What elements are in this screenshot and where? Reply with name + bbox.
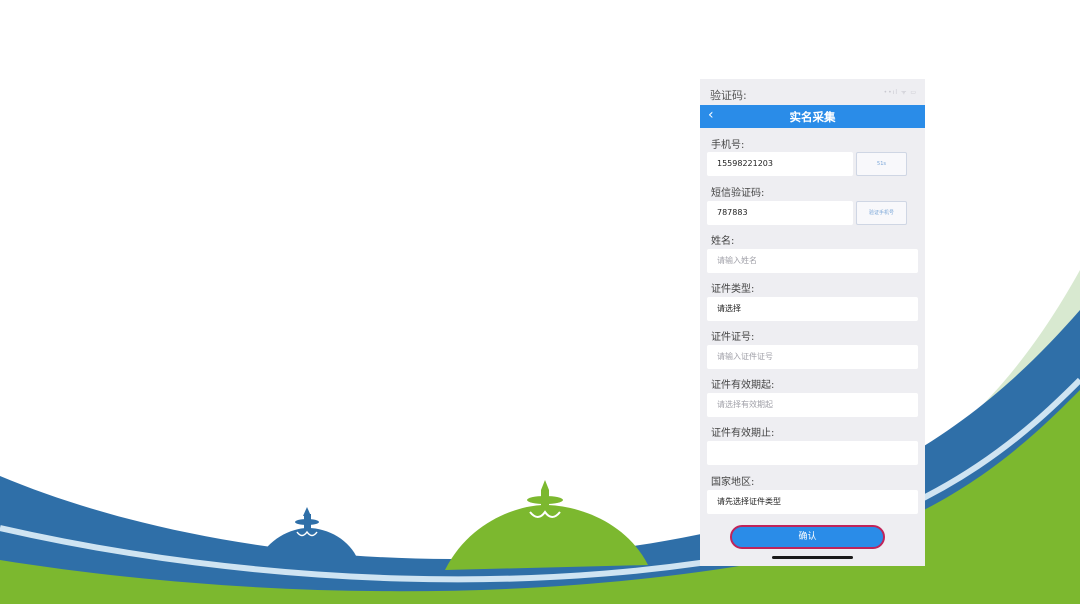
confirm-button[interactable]: 确认 xyxy=(730,525,885,549)
id-number-label: 证件证号: xyxy=(711,332,755,343)
name-placeholder: 请输入姓名 xyxy=(717,256,757,265)
sms-code-label: 短信验证码: xyxy=(711,188,765,199)
name-label: 姓名: xyxy=(711,236,735,247)
id-type-select[interactable]: 请选择 xyxy=(707,297,918,321)
valid-from-label: 证件有效期起: xyxy=(711,380,775,391)
status-bar: 验证码: ••ıl ᯤ ▭ xyxy=(700,79,925,105)
phone-label: 手机号: xyxy=(711,140,745,151)
valid-to-label: 证件有效期止: xyxy=(711,428,775,439)
country-select[interactable]: 请先选择证件类型 xyxy=(707,490,918,514)
sms-code-field[interactable]: 787883 xyxy=(707,201,853,225)
page-title: 实名采集 xyxy=(789,110,836,124)
status-icons: ••ıl ᯤ ▭ xyxy=(883,89,917,96)
valid-from-field[interactable]: 请选择有效期起 xyxy=(707,393,918,417)
verify-phone-button[interactable]: 验证手机号 xyxy=(856,201,907,225)
phone-screen: 验证码: ••ıl ᯤ ▭ ‹ 实名采集 手机号: 15598221203 51… xyxy=(700,79,925,566)
id-type-label: 证件类型: xyxy=(711,284,755,295)
country-label: 国家地区: xyxy=(711,477,755,488)
id-number-field[interactable]: 请输入证件证号 xyxy=(707,345,918,369)
valid-to-field[interactable] xyxy=(707,441,918,465)
sms-countdown-button[interactable]: 51s xyxy=(856,152,907,176)
valid-from-placeholder: 请选择有效期起 xyxy=(717,400,773,409)
nav-bar: ‹ 实名采集 xyxy=(700,105,925,128)
name-field[interactable]: 请输入姓名 xyxy=(707,249,918,273)
phone-field[interactable]: 15598221203 xyxy=(707,152,853,176)
status-title: 验证码: xyxy=(710,89,747,102)
id-number-placeholder: 请输入证件证号 xyxy=(717,352,773,361)
home-indicator xyxy=(772,556,853,559)
